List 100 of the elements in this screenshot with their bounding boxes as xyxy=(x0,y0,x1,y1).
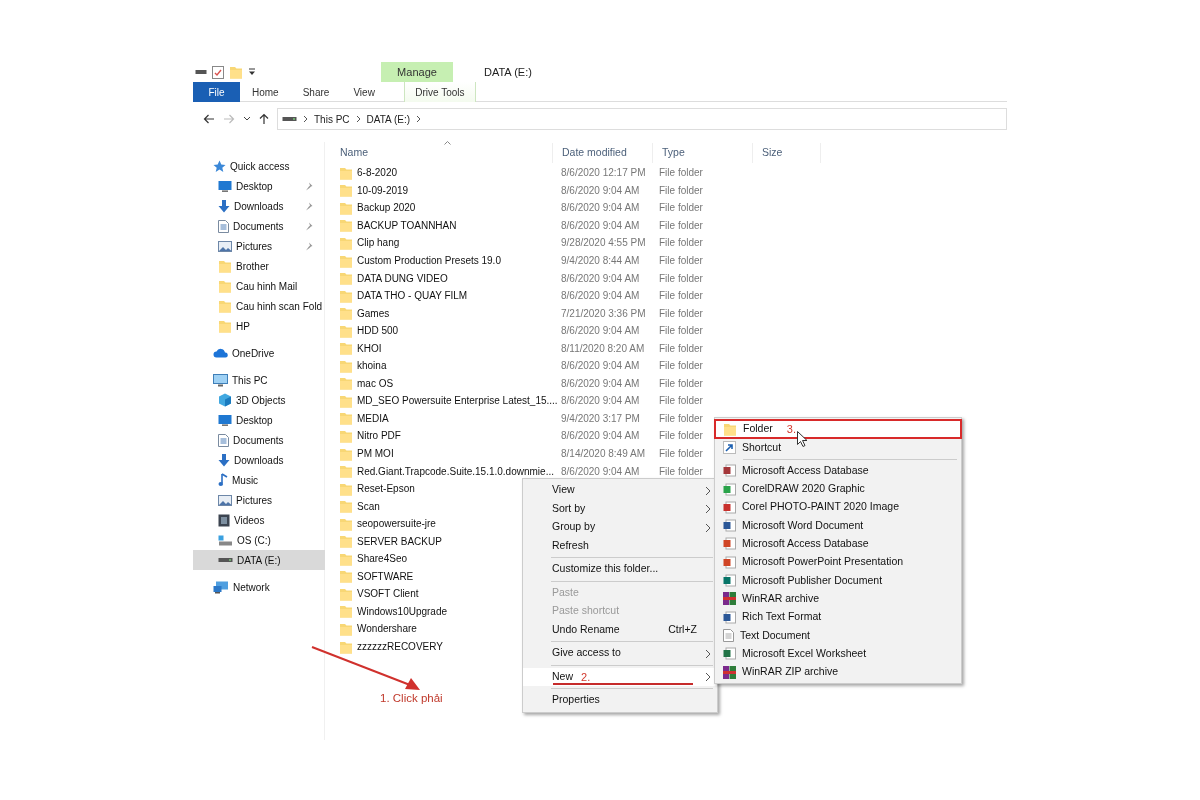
menu-item[interactable]: Folder 3. xyxy=(715,420,961,439)
tree-item[interactable]: Pictures xyxy=(193,236,325,256)
file-row[interactable]: Nitro PDF 8/6/2020 9:04 AM File folder xyxy=(331,427,711,445)
file-row[interactable]: Custom Production Presets 19.0 9/4/2020 8:44 AM File folder xyxy=(331,251,711,270)
menu-item[interactable]: New 2. xyxy=(523,667,717,686)
file-row[interactable]: 6-8-2020 8/6/2020 12:17 PM File folder xyxy=(331,164,711,182)
column-header[interactable]: Name xyxy=(331,143,553,163)
menu-item[interactable]: Customize this folder... xyxy=(523,560,717,579)
date-modified: 8/6/2020 9:04 AM xyxy=(560,376,641,391)
file-row[interactable]: Backup 2020 8/6/2020 9:04 AM File folder xyxy=(331,199,711,217)
menu-item[interactable]: WinRAR archive xyxy=(715,589,961,608)
tree-item[interactable]: Quick access xyxy=(193,156,325,176)
tree-item[interactable]: Music xyxy=(193,470,325,490)
chevron-right-icon[interactable] xyxy=(416,115,422,123)
menu-item[interactable]: Undo Rename Ctrl+Z xyxy=(523,620,717,639)
tree-item[interactable]: Pictures xyxy=(193,490,325,510)
file-row[interactable]: HDD 500 8/6/2020 9:04 AM File folder xyxy=(331,321,711,340)
file-name: Custom Production Presets 19.0 xyxy=(357,254,501,268)
breadcrumb-link[interactable]: DATA (E:) xyxy=(366,111,411,127)
tree-item[interactable]: DATA (E:) xyxy=(193,550,325,570)
tree-item[interactable]: Cau hinh scan Fold xyxy=(193,296,325,316)
tree-item[interactable]: Downloads xyxy=(193,450,325,470)
back-icon[interactable] xyxy=(203,114,215,124)
tree-item[interactable]: Downloads xyxy=(193,196,325,216)
file-row[interactable]: KHOI 8/11/2020 8:20 AM File folder xyxy=(331,339,711,357)
file-type-icon xyxy=(723,482,736,496)
chevron-right-icon xyxy=(705,672,711,683)
file-row[interactable]: mac OS 8/6/2020 9:04 AM File folder xyxy=(331,374,711,393)
tree-item[interactable]: Documents xyxy=(193,430,325,450)
tree-item[interactable]: Network xyxy=(193,577,325,597)
menu-item[interactable]: Corel PHOTO-PAINT 2020 Image xyxy=(715,498,961,517)
column-header[interactable]: Size xyxy=(753,143,821,163)
cursor-icon xyxy=(797,431,808,447)
file-name: seopowersuite-jre xyxy=(357,517,436,532)
tree-item[interactable]: 3D Objects xyxy=(193,390,325,410)
menu-item[interactable]: CorelDRAW 2020 Graphic xyxy=(715,479,961,499)
menu-item[interactable]: Microsoft Access Database xyxy=(715,534,961,554)
file-type: File folder xyxy=(658,359,703,374)
tree-item[interactable]: Desktop xyxy=(193,410,325,430)
menu-item[interactable]: Microsoft Word Document xyxy=(715,516,961,535)
menu-item[interactable]: Properties xyxy=(523,691,717,710)
file-row[interactable]: DATA DUNG VIDEO 8/6/2020 9:04 AM File folder xyxy=(331,269,711,287)
tree-item[interactable]: Cau hinh Mail xyxy=(193,276,325,296)
drive-icon xyxy=(282,116,297,122)
file-row[interactable]: DATA THO - QUAY FILM 8/6/2020 9:04 AM File folder xyxy=(331,286,711,305)
drive-icon xyxy=(218,534,233,546)
breadcrumb-link[interactable]: This PC xyxy=(314,111,350,127)
up-icon[interactable] xyxy=(259,113,269,125)
ribbon-tab[interactable]: Drive Tools xyxy=(403,82,476,102)
column-header[interactable]: Date modified xyxy=(553,143,653,163)
folder-icon xyxy=(339,551,353,566)
file-row[interactable]: BACKUP TOANNHAN 8/6/2020 9:04 AM File folder xyxy=(331,216,711,235)
ribbon-tab[interactable]: Home xyxy=(240,82,291,102)
menu-item[interactable]: Microsoft Excel Worksheet xyxy=(715,644,961,663)
menu-item[interactable]: Microsoft Publisher Document xyxy=(715,571,961,590)
file-type: File folder xyxy=(658,271,703,286)
ribbon-tab[interactable]: View xyxy=(341,82,387,102)
file-row[interactable]: PM MOI 8/14/2020 8:49 AM File folder xyxy=(331,444,711,463)
down-arrow-icon xyxy=(218,453,230,467)
chevron-right-icon[interactable] xyxy=(303,115,308,123)
tree-item[interactable]: Videos xyxy=(193,510,325,530)
file-name: Reset-Epson xyxy=(357,482,415,497)
address-bar[interactable]: This PC DATA (E:) xyxy=(277,108,1007,130)
chevron-right-icon xyxy=(705,504,711,515)
tree-item[interactable]: This PC xyxy=(193,370,325,390)
menu-item[interactable]: Text Document xyxy=(715,626,961,645)
menu-item[interactable]: Microsoft PowerPoint Presentation xyxy=(715,553,961,572)
folder-icon xyxy=(339,516,353,531)
tree-item[interactable]: Documents xyxy=(193,216,325,236)
column-header[interactable]: Type xyxy=(653,143,753,163)
folder-icon xyxy=(339,428,353,443)
dropdown-icon[interactable] xyxy=(243,116,251,122)
tree-item[interactable]: Desktop xyxy=(193,176,325,196)
file-name: 6-8-2020 xyxy=(357,166,398,181)
file-row[interactable]: MEDIA 9/4/2020 3:17 PM File folder xyxy=(331,409,711,428)
tree-item[interactable]: OS (C:) xyxy=(193,530,325,550)
file-menu-tab[interactable]: File xyxy=(193,82,240,102)
tree-item[interactable]: Brother xyxy=(193,256,325,276)
file-row[interactable]: Games 7/21/2020 3:36 PM File folder xyxy=(331,304,711,322)
ribbon-tab[interactable]: Share xyxy=(290,82,342,102)
menu-item[interactable]: Rich Text Format xyxy=(715,607,961,627)
file-row[interactable]: MD_SEO Powersuite Enterprise Latest_15.... 8/6/2020 9:04 AM File folder xyxy=(331,392,711,410)
menu-item[interactable]: WinRAR ZIP archive xyxy=(715,662,961,682)
tree-item[interactable]: OneDrive xyxy=(193,343,325,363)
date-modified: 8/6/2020 9:04 AM xyxy=(560,201,641,216)
file-name: Games xyxy=(357,306,390,321)
shortcut-icon xyxy=(723,440,736,454)
file-name: KHOI xyxy=(357,341,382,356)
file-row[interactable]: Clip hang 9/28/2020 4:55 PM File folder xyxy=(331,234,711,252)
menu-item[interactable]: Microsoft Access Database xyxy=(715,461,961,480)
file-name: BACKUP TOANNHAN xyxy=(357,218,457,233)
chevron-right-icon[interactable] xyxy=(355,115,361,123)
menu-item[interactable]: Refresh xyxy=(523,536,717,555)
file-row[interactable]: khoina 8/6/2020 9:04 AM File folder xyxy=(331,357,711,375)
date-modified: 8/6/2020 9:04 AM xyxy=(560,183,641,198)
file-row[interactable]: Red.Giant.Trapcode.Suite.15.1.0.downmie... 8/6/2020 9:04 AM File folder xyxy=(331,462,711,480)
file-row[interactable]: 10-09-2019 8/6/2020 9:04 AM File folder xyxy=(331,181,711,200)
tree-item[interactable]: HP xyxy=(193,316,325,336)
dropdown-icon[interactable] xyxy=(248,68,256,76)
date-modified: 8/14/2020 8:49 AM xyxy=(560,447,646,461)
